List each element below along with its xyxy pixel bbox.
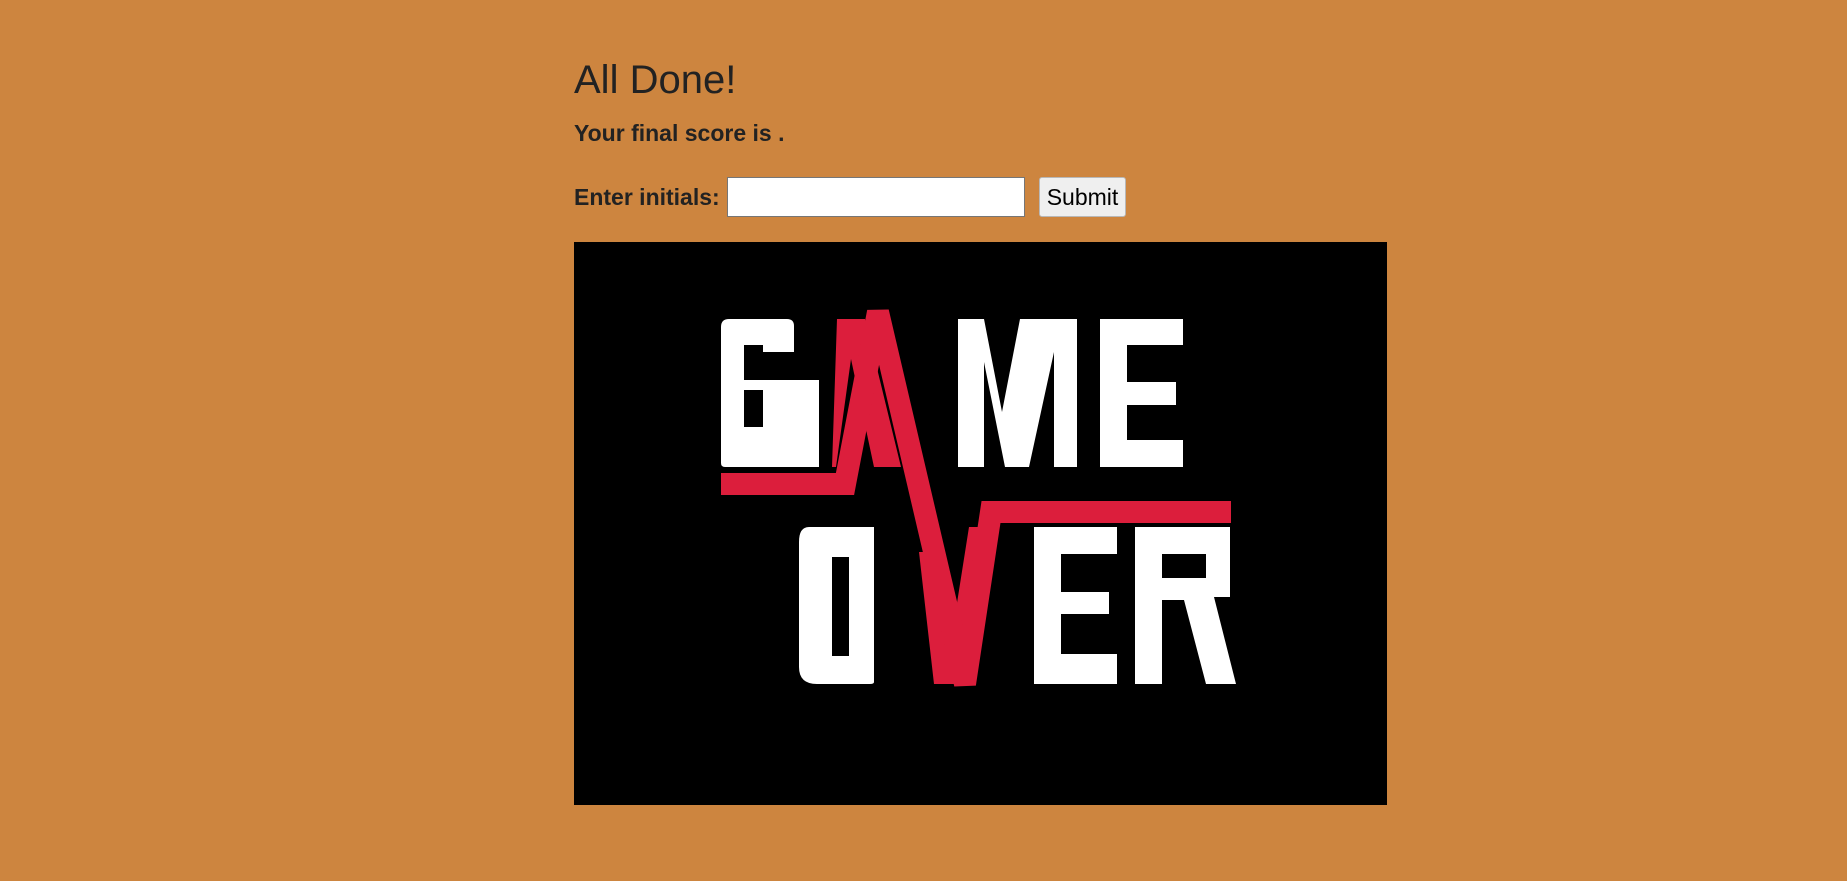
initials-form: Enter initials: Submit <box>574 174 1127 220</box>
logo-letter-e-top <box>1100 319 1183 467</box>
initials-label: Enter initials: <box>574 183 720 210</box>
logo-letter-m <box>958 319 1077 467</box>
game-over-image <box>574 242 1387 805</box>
final-score-text: Your final score is . <box>574 120 785 146</box>
logo-letter-e-bottom <box>1034 527 1117 684</box>
submit-button[interactable]: Submit <box>1038 177 1127 217</box>
initials-input[interactable] <box>726 177 1025 217</box>
page-title: All Done! <box>574 58 737 102</box>
